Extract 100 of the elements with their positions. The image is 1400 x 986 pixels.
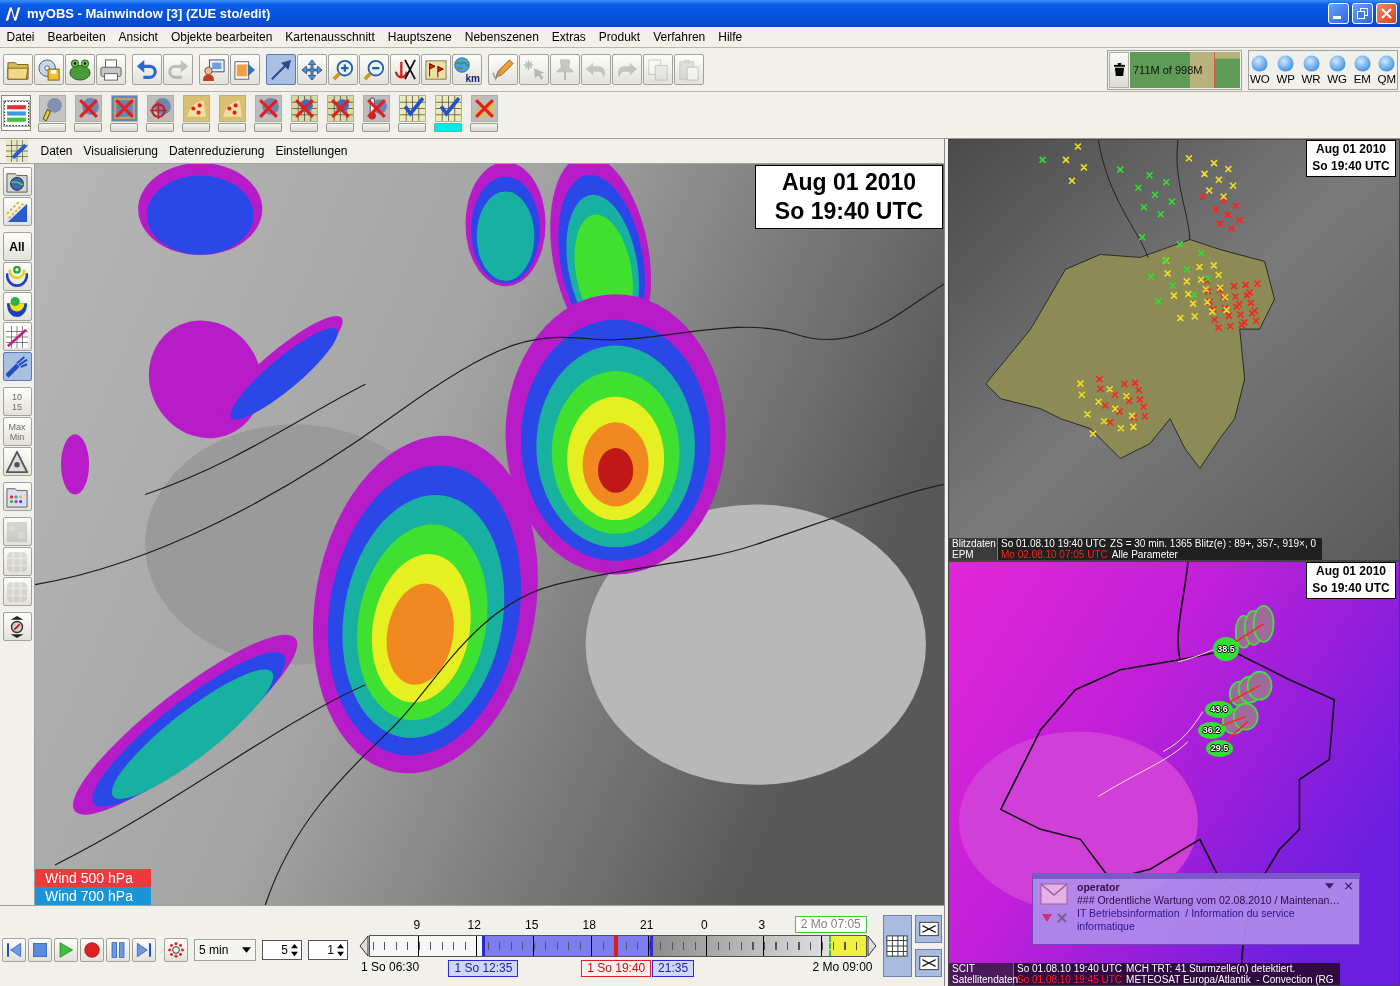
menu-item[interactable]: Visualisierung <box>78 144 164 158</box>
tool-button[interactable] <box>2 612 32 641</box>
garbage-button[interactable] <box>1109 51 1129 88</box>
globe-pencil-icon <box>38 95 66 122</box>
menu-item[interactable]: Kartenausschnitt <box>278 30 382 44</box>
zoom-in-icon <box>332 58 354 81</box>
layer-button[interactable] <box>289 95 319 132</box>
timestamp-cell-text: Mo 02.08.10 07:05 UTC <box>1000 549 1109 560</box>
close-button[interactable] <box>1376 3 1397 24</box>
hour-label: 0 <box>699 917 709 934</box>
toolbar-button[interactable] <box>390 54 420 85</box>
printer-icon <box>100 58 122 81</box>
layer-name-cell: SCIT <box>949 963 1014 974</box>
redo-icon <box>167 58 189 81</box>
tool-button[interactable] <box>2 292 32 321</box>
minimize-icon <box>1333 16 1341 19</box>
forecast-zone <box>829 936 866 956</box>
selection-end-label: 21:35 <box>652 960 695 977</box>
hour-label: 9 <box>412 917 422 934</box>
toolbar-button[interactable] <box>359 54 389 85</box>
blurred-grid-icon <box>6 550 28 573</box>
menu-item[interactable]: Nebenszenen <box>458 30 546 44</box>
stop-button[interactable] <box>28 938 52 962</box>
layers-icon <box>2 99 30 127</box>
close-icon <box>1381 8 1392 19</box>
status-light-label: WP <box>1276 72 1295 85</box>
timestamp-cell-text: So 01.08.10 19:40 UTC <box>1000 538 1108 549</box>
menu-item[interactable]: Daten <box>35 144 79 158</box>
crossed-box-icon <box>918 953 939 973</box>
menu-item[interactable]: Objekte bearbeiten <box>164 30 279 44</box>
interval-dropdown[interactable]: 5 min <box>194 939 256 961</box>
toolbar-button[interactable] <box>421 54 451 85</box>
status-light-icon <box>1328 54 1346 72</box>
date-text: Aug 01 2010 <box>1315 141 1386 158</box>
grid-icon <box>886 935 909 957</box>
envelope-icon <box>1040 883 1068 905</box>
menu-item[interactable]: Datei <box>0 30 41 44</box>
crossed-grid-icon <box>290 95 318 122</box>
caret-icon[interactable] <box>1325 882 1334 890</box>
layer-button[interactable] <box>109 95 139 132</box>
picture-arrow-icon <box>234 58 256 81</box>
menu-item[interactable]: Produkt <box>592 30 647 44</box>
restore-button[interactable] <box>1352 3 1373 24</box>
menu-item[interactable]: Verfahren <box>646 30 712 44</box>
layer-button[interactable] <box>325 95 355 132</box>
layer-info-cell-text: MCH TRT: 41 Sturmzelle(n) detektiert. <box>1125 963 1296 974</box>
grid-view-button[interactable] <box>882 915 912 977</box>
skip-forward-button[interactable] <box>132 938 156 962</box>
grid-line-icon <box>6 325 28 348</box>
play-button[interactable] <box>54 938 78 962</box>
close-icon[interactable] <box>1344 882 1353 890</box>
layer-button[interactable] <box>397 95 427 132</box>
animation-settings-button[interactable] <box>164 938 188 962</box>
minimize-button[interactable] <box>1328 3 1349 24</box>
tool-button[interactable] <box>2 262 32 291</box>
layer-button[interactable] <box>145 95 175 132</box>
menu-item[interactable]: Ansicht <box>112 30 165 44</box>
crossed-thermometer-icon <box>362 95 390 122</box>
globe-icon <box>454 57 470 73</box>
frog-icon <box>69 58 91 81</box>
pause-button[interactable] <box>106 938 130 962</box>
toolbar-button[interactable]: km <box>452 54 482 85</box>
move-arrows-icon <box>301 58 323 81</box>
tool-button[interactable] <box>2 447 32 476</box>
menu-item[interactable]: Extras <box>545 30 593 44</box>
layer-button[interactable] <box>1 95 31 131</box>
selection-start-handle[interactable] <box>482 936 486 956</box>
selection-end-handle[interactable] <box>650 936 654 956</box>
skip-back-button[interactable] <box>2 938 26 962</box>
toolbar-button[interactable] <box>328 54 358 85</box>
tool-button[interactable]: All <box>2 232 32 261</box>
diagonal-arrow-icon <box>270 58 292 81</box>
hour-label: 21 <box>639 917 655 934</box>
speed-spinner-field[interactable]: 1 <box>308 940 348 960</box>
layer-button[interactable] <box>361 95 391 132</box>
crossed-square-icon <box>110 95 138 122</box>
diagonal-lines-icon <box>6 200 28 223</box>
tool-button[interactable] <box>2 167 32 196</box>
crossed-box-icon <box>918 919 939 939</box>
crossed-box-button[interactable] <box>915 915 942 943</box>
window-title: myOBS - Mainwindow [3] (ZUE sto/edit) <box>27 6 271 21</box>
pin-icon <box>554 58 576 81</box>
record-button[interactable] <box>80 938 104 962</box>
toolbar-button[interactable] <box>297 54 327 85</box>
folder-dots-icon <box>6 485 28 508</box>
status-light-icon <box>1277 54 1295 72</box>
menu-item[interactable]: Hauptszene <box>381 30 459 44</box>
grid-check-icon <box>398 95 426 122</box>
step-spinner-field[interactable]: 5 <box>262 940 302 960</box>
toolbar-button[interactable] <box>65 54 95 85</box>
blurred-grid-icon <box>6 580 28 603</box>
menu-item[interactable]: Einstellungen <box>269 144 353 158</box>
menu-item[interactable]: Hilfe <box>711 30 749 44</box>
crossed-box-button[interactable] <box>915 949 942 977</box>
layer-button[interactable] <box>433 95 463 132</box>
layer-name-cell: EPM <box>949 549 998 560</box>
menu-item[interactable]: Datenreduzierung <box>163 144 270 158</box>
menu-item[interactable]: Bearbeiten <box>41 30 113 44</box>
current-time-marker[interactable] <box>614 936 619 956</box>
tool-button[interactable] <box>2 352 32 381</box>
